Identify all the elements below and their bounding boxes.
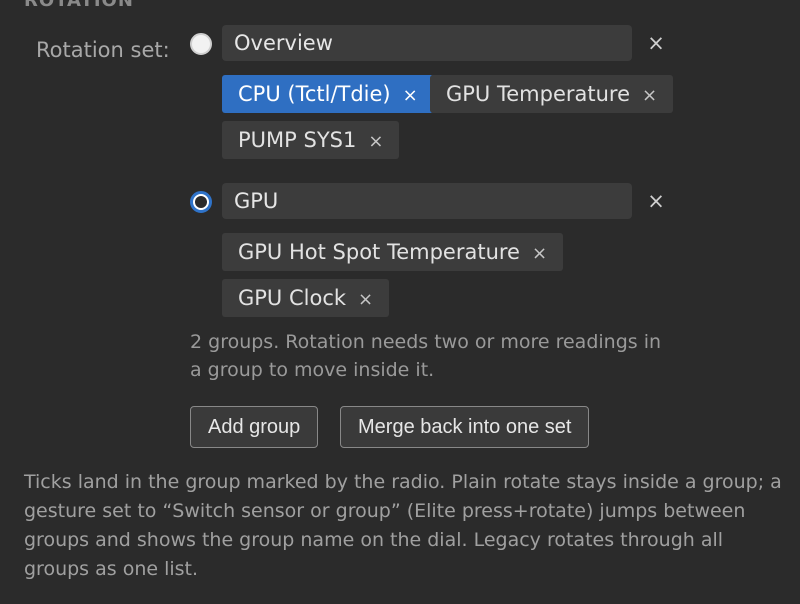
sensor-chip-gpu-temperature[interactable]: GPU Temperature × <box>430 75 674 115</box>
sensor-chip-pump-sys1[interactable]: PUMP SYS1 × <box>222 121 400 161</box>
sensor-chip-label: CPU (Tctl/Tdie) <box>238 82 391 106</box>
rotation-footnote: Ticks land in the group marked by the ra… <box>24 471 782 580</box>
group-radio-gpu[interactable] <box>190 191 212 213</box>
sensor-chip-label: PUMP SYS1 <box>238 128 357 152</box>
remove-sensor-icon[interactable]: × <box>642 77 657 115</box>
group-name-input-overview[interactable] <box>222 25 632 61</box>
section-heading: ROTATION <box>24 0 134 11</box>
rotation-settings-panel: ROTATION Rotation set: × CPU (Tctl/Tdie)… <box>0 0 800 604</box>
sensor-chip-label: GPU Temperature <box>446 82 631 106</box>
remove-group-overview-icon[interactable]: × <box>646 31 666 55</box>
sensor-chip-label: GPU Clock <box>238 286 347 310</box>
sensor-chip-gpu-clock[interactable]: GPU Clock × <box>222 279 390 319</box>
remove-sensor-icon[interactable]: × <box>403 77 418 115</box>
remove-group-gpu-icon[interactable]: × <box>646 189 666 213</box>
rotation-set-label: Rotation set: <box>36 38 170 62</box>
sensor-chip-label: GPU Hot Spot Temperature <box>238 240 520 264</box>
group-radio-overview[interactable] <box>190 33 212 55</box>
sensor-chip-gpu-hot-spot-temperature[interactable]: GPU Hot Spot Temperature × <box>222 233 564 273</box>
groups-hint-text: 2 groups. Rotation needs two or more rea… <box>190 331 662 381</box>
remove-sensor-icon[interactable]: × <box>368 123 383 161</box>
sensor-chip-cpu-tctl-tdie[interactable]: CPU (Tctl/Tdie) × <box>222 75 434 113</box>
add-group-button[interactable]: Add group <box>190 406 319 448</box>
remove-sensor-icon[interactable]: × <box>532 235 547 273</box>
remove-sensor-icon[interactable]: × <box>358 281 373 319</box>
group-name-input-gpu[interactable] <box>222 183 632 219</box>
merge-back-button[interactable]: Merge back into one set <box>340 406 590 448</box>
